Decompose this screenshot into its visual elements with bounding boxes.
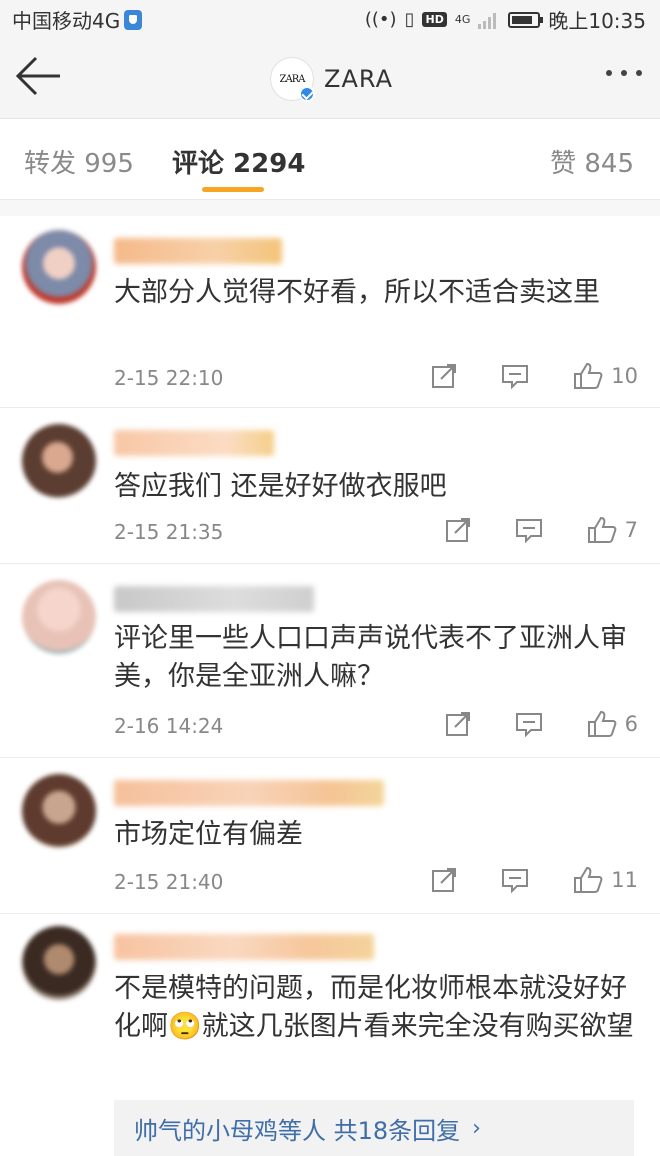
zara-logo: ZARA bbox=[279, 73, 306, 85]
reply-button[interactable] bbox=[501, 867, 529, 893]
more-options-button[interactable] bbox=[606, 70, 642, 76]
back-arrow-icon bbox=[15, 56, 60, 96]
thumbs-up-icon bbox=[587, 710, 617, 737]
share-button[interactable] bbox=[431, 867, 457, 893]
replies-preview[interactable]: 帅气的小母鸡等人 共18条回复 › bbox=[114, 1100, 634, 1156]
comment-item[interactable]: 大部分人觉得不好看，所以不适合卖这里 2-15 22:10 10 bbox=[0, 216, 660, 408]
comment-text: 不是模特的问题，而是化妆师根本就没好好化啊🙄就这几张图片看来完全没有购买欲望 bbox=[114, 973, 634, 1042]
network-label: 4G bbox=[454, 13, 471, 26]
comment-icon bbox=[515, 519, 542, 543]
comment-actions: 7 bbox=[401, 516, 638, 544]
avatar[interactable] bbox=[22, 230, 96, 304]
tab-comments[interactable]: 评论 2294 bbox=[172, 143, 305, 180]
comment-item[interactable]: 市场定位有偏差 2-15 21:40 11 bbox=[0, 758, 660, 914]
username-blurred[interactable] bbox=[114, 430, 274, 456]
page-title: ZARA bbox=[324, 65, 393, 93]
avatar[interactable] bbox=[22, 774, 96, 848]
comment-time: 2-15 21:40 bbox=[114, 870, 224, 894]
comment-item[interactable]: 答应我们 还是好好做衣服吧 2-15 21:35 7 bbox=[0, 408, 660, 564]
top-bar: ZARA ZARA bbox=[0, 34, 660, 118]
share-icon bbox=[432, 364, 457, 388]
thumbs-up-icon bbox=[574, 362, 603, 389]
comment-icon bbox=[515, 713, 542, 737]
status-right: ((•) ▯ HD 4G 晚上10:35 bbox=[365, 5, 646, 34]
username-blurred[interactable] bbox=[114, 934, 374, 960]
comment-text: 答应我们 还是好好做衣服吧 bbox=[114, 471, 447, 502]
comment-item[interactable]: 评论里一些人口口声声说代表不了亚洲人审美，你是全亚洲人嘛？ 2-16 14:24… bbox=[0, 564, 660, 758]
verified-icon bbox=[299, 86, 315, 102]
reply-button[interactable] bbox=[515, 517, 543, 543]
avatar[interactable] bbox=[22, 424, 96, 498]
comment-item[interactable]: 不是模特的问题，而是化妆师根本就没好好化啊🙄就这几张图片看来完全没有购买欲望 帅… bbox=[0, 914, 660, 1156]
active-tab-indicator bbox=[202, 187, 264, 192]
comment-time: 2-15 22:10 bbox=[114, 366, 224, 390]
battery-icon bbox=[508, 11, 544, 28]
back-button[interactable] bbox=[14, 54, 66, 98]
comment-icon bbox=[502, 365, 529, 389]
username-blurred[interactable] bbox=[114, 238, 282, 264]
shield-icon bbox=[124, 9, 143, 30]
share-icon bbox=[432, 868, 457, 892]
comment-text: 市场定位有偏差 bbox=[114, 819, 303, 850]
section-gap bbox=[0, 200, 660, 216]
replies-summary: 帅气的小母鸡等人 共18条回复 bbox=[134, 1116, 461, 1145]
comment-actions: 10 bbox=[387, 362, 638, 390]
signal-icon bbox=[478, 12, 497, 29]
share-icon bbox=[445, 518, 470, 542]
tab-likes[interactable]: 赞 845 bbox=[550, 143, 634, 180]
like-button[interactable]: 7 bbox=[587, 516, 638, 544]
tab-bar: 转发 995 评论 2294 赞 845 bbox=[0, 118, 660, 200]
avatar[interactable] bbox=[22, 580, 96, 654]
comment-icon bbox=[502, 869, 529, 893]
dot-icon bbox=[621, 70, 627, 76]
like-button[interactable]: 6 bbox=[587, 710, 638, 738]
comment-actions: 6 bbox=[401, 710, 638, 738]
avatar[interactable] bbox=[22, 926, 96, 1000]
comment-text: 大部分人觉得不好看，所以不适合卖这里 bbox=[114, 277, 600, 308]
chevron-right-icon: › bbox=[472, 1115, 481, 1141]
like-button[interactable]: 11 bbox=[573, 866, 638, 894]
status-bar: 中国移动4G ((•) ▯ HD 4G 晚上10:35 bbox=[0, 0, 660, 34]
comment-actions: 11 bbox=[387, 866, 638, 894]
like-count: 11 bbox=[611, 868, 638, 892]
carrier-label: 中国移动4G bbox=[12, 9, 121, 33]
account-header[interactable]: ZARA ZARA bbox=[270, 54, 393, 104]
hd-badge: HD bbox=[422, 12, 447, 27]
like-button[interactable]: 10 bbox=[573, 362, 638, 390]
dot-icon bbox=[636, 70, 642, 76]
thumbs-up-icon bbox=[574, 866, 603, 893]
thumbs-up-icon bbox=[587, 516, 617, 543]
comment-time: 2-16 14:24 bbox=[114, 714, 224, 738]
dot-icon bbox=[606, 70, 612, 76]
comment-time: 2-15 21:35 bbox=[114, 520, 224, 544]
share-button[interactable] bbox=[445, 711, 471, 737]
reply-button[interactable] bbox=[501, 363, 529, 389]
like-count: 10 bbox=[611, 364, 638, 388]
reply-button[interactable] bbox=[515, 711, 543, 737]
vibrate-icon: ▯ bbox=[404, 9, 415, 30]
username-blurred[interactable] bbox=[114, 780, 384, 806]
share-icon bbox=[445, 712, 470, 736]
nfc-icon: ((•) bbox=[364, 9, 397, 30]
status-left: 中国移动4G bbox=[12, 5, 143, 34]
username-blurred[interactable] bbox=[114, 586, 314, 612]
share-button[interactable] bbox=[445, 517, 471, 543]
tab-repost[interactable]: 转发 995 bbox=[24, 143, 134, 180]
clock: 晚上10:35 bbox=[548, 9, 646, 33]
like-count: 7 bbox=[624, 518, 638, 542]
share-button[interactable] bbox=[431, 363, 457, 389]
comment-text: 评论里一些人口口声声说代表不了亚洲人审美，你是全亚洲人嘛？ bbox=[114, 623, 627, 692]
account-avatar[interactable]: ZARA bbox=[270, 57, 315, 102]
like-count: 6 bbox=[624, 712, 638, 736]
